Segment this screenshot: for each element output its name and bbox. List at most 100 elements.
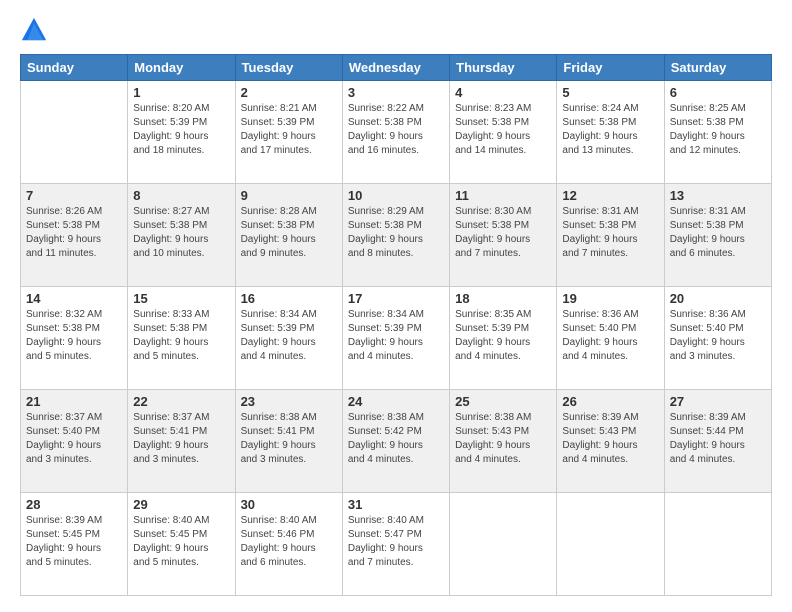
calendar-cell: 11 Sunrise: 8:30 AM Sunset: 5:38 PM Dayli… [450,184,557,287]
calendar-cell: 21 Sunrise: 8:37 AM Sunset: 5:40 PM Dayli… [21,390,128,493]
day-info: Sunrise: 8:35 AM Sunset: 5:39 PM Dayligh… [455,308,551,364]
day-number: 26 [562,394,658,409]
calendar-cell: 6 Sunrise: 8:25 AM Sunset: 5:38 PM Daylig… [664,81,771,184]
calendar-week-row: 14 Sunrise: 8:32 AM Sunset: 5:38 PM Dayli… [21,287,772,390]
calendar-cell: 30Sunrise: 8:40 AM Sunset: 5:46 PM Dayli… [235,493,342,596]
calendar-week-row: 21 Sunrise: 8:37 AM Sunset: 5:40 PM Dayli… [21,390,772,493]
logo [20,16,52,44]
day-info: Sunrise: 8:40 AM Sunset: 5:45 PM Dayligh… [133,514,229,570]
day-info: Sunrise: 8:22 AM Sunset: 5:38 PM Dayligh… [348,102,444,158]
calendar-cell: 17Sunrise: 8:34 AM Sunset: 5:39 PM Dayli… [342,287,449,390]
day-number: 18 [455,291,551,306]
calendar-week-row: 1 Sunrise: 8:20 AM Sunset: 5:39 PM Daylig… [21,81,772,184]
calendar-cell: 13 Sunrise: 8:31 AM Sunset: 5:38 PM Dayli… [664,184,771,287]
day-info: Sunrise: 8:21 AM Sunset: 5:39 PM Dayligh… [241,102,337,158]
calendar-cell: 8 Sunrise: 8:27 AM Sunset: 5:38 PM Daylig… [128,184,235,287]
calendar-cell: 23Sunrise: 8:38 AM Sunset: 5:41 PM Dayli… [235,390,342,493]
day-info: Sunrise: 8:31 AM Sunset: 5:38 PM Dayligh… [670,205,766,261]
day-number: 22 [133,394,229,409]
calendar-cell: 3 Sunrise: 8:22 AM Sunset: 5:38 PM Daylig… [342,81,449,184]
day-info: Sunrise: 8:36 AM Sunset: 5:40 PM Dayligh… [562,308,658,364]
weekday-header-sunday: Sunday [21,55,128,81]
day-number: 1 [133,85,229,100]
calendar-cell: 10 Sunrise: 8:29 AM Sunset: 5:38 PM Dayli… [342,184,449,287]
day-info: Sunrise: 8:38 AM Sunset: 5:42 PM Dayligh… [348,411,444,467]
calendar-cell: 31 Sunrise: 8:40 AM Sunset: 5:47 PM Dayli… [342,493,449,596]
weekday-header-friday: Friday [557,55,664,81]
day-number: 3 [348,85,444,100]
day-info: Sunrise: 8:38 AM Sunset: 5:43 PM Dayligh… [455,411,551,467]
day-number: 27 [670,394,766,409]
day-number: 8 [133,188,229,203]
calendar-cell: 9 Sunrise: 8:28 AM Sunset: 5:38 PM Daylig… [235,184,342,287]
calendar-header-row: SundayMondayTuesdayWednesdayThursdayFrid… [21,55,772,81]
calendar-cell: 15Sunrise: 8:33 AM Sunset: 5:38 PM Dayli… [128,287,235,390]
day-info: Sunrise: 8:27 AM Sunset: 5:38 PM Dayligh… [133,205,229,261]
weekday-header-wednesday: Wednesday [342,55,449,81]
day-info: Sunrise: 8:39 AM Sunset: 5:43 PM Dayligh… [562,411,658,467]
day-info: Sunrise: 8:20 AM Sunset: 5:39 PM Dayligh… [133,102,229,158]
calendar-cell: 20Sunrise: 8:36 AM Sunset: 5:40 PM Dayli… [664,287,771,390]
day-number: 29 [133,497,229,512]
calendar-cell: 29 Sunrise: 8:40 AM Sunset: 5:45 PM Dayli… [128,493,235,596]
calendar-cell: 28 Sunrise: 8:39 AM Sunset: 5:45 PM Dayli… [21,493,128,596]
day-info: Sunrise: 8:37 AM Sunset: 5:40 PM Dayligh… [26,411,122,467]
day-info: Sunrise: 8:39 AM Sunset: 5:45 PM Dayligh… [26,514,122,570]
day-number: 20 [670,291,766,306]
header [20,16,772,44]
page: SundayMondayTuesdayWednesdayThursdayFrid… [0,0,792,612]
day-number: 25 [455,394,551,409]
calendar-cell: 2 Sunrise: 8:21 AM Sunset: 5:39 PM Daylig… [235,81,342,184]
day-number: 11 [455,188,551,203]
calendar-week-row: 7Sunrise: 8:26 AM Sunset: 5:38 PM Daylig… [21,184,772,287]
day-number: 2 [241,85,337,100]
day-number: 9 [241,188,337,203]
calendar-cell: 12Sunrise: 8:31 AM Sunset: 5:38 PM Dayli… [557,184,664,287]
calendar-cell: 25 Sunrise: 8:38 AM Sunset: 5:43 PM Dayli… [450,390,557,493]
day-info: Sunrise: 8:32 AM Sunset: 5:38 PM Dayligh… [26,308,122,364]
day-info: Sunrise: 8:25 AM Sunset: 5:38 PM Dayligh… [670,102,766,158]
day-info: Sunrise: 8:23 AM Sunset: 5:38 PM Dayligh… [455,102,551,158]
calendar-cell: 5 Sunrise: 8:24 AM Sunset: 5:38 PM Daylig… [557,81,664,184]
day-number: 17 [348,291,444,306]
day-number: 13 [670,188,766,203]
day-info: Sunrise: 8:40 AM Sunset: 5:47 PM Dayligh… [348,514,444,570]
logo-icon [20,16,48,44]
day-number: 16 [241,291,337,306]
calendar-cell: 26 Sunrise: 8:39 AM Sunset: 5:43 PM Dayli… [557,390,664,493]
day-info: Sunrise: 8:34 AM Sunset: 5:39 PM Dayligh… [241,308,337,364]
day-info: Sunrise: 8:38 AM Sunset: 5:41 PM Dayligh… [241,411,337,467]
day-number: 4 [455,85,551,100]
day-info: Sunrise: 8:37 AM Sunset: 5:41 PM Dayligh… [133,411,229,467]
day-number: 5 [562,85,658,100]
day-number: 10 [348,188,444,203]
day-info: Sunrise: 8:29 AM Sunset: 5:38 PM Dayligh… [348,205,444,261]
calendar-cell [664,493,771,596]
day-number: 7 [26,188,122,203]
calendar-cell: 16 Sunrise: 8:34 AM Sunset: 5:39 PM Dayli… [235,287,342,390]
calendar-cell: 7Sunrise: 8:26 AM Sunset: 5:38 PM Daylig… [21,184,128,287]
weekday-header-saturday: Saturday [664,55,771,81]
day-info: Sunrise: 8:40 AM Sunset: 5:46 PM Dayligh… [241,514,337,570]
weekday-header-monday: Monday [128,55,235,81]
weekday-header-thursday: Thursday [450,55,557,81]
day-info: Sunrise: 8:24 AM Sunset: 5:38 PM Dayligh… [562,102,658,158]
calendar-cell: 19 Sunrise: 8:36 AM Sunset: 5:40 PM Dayli… [557,287,664,390]
day-number: 14 [26,291,122,306]
day-info: Sunrise: 8:31 AM Sunset: 5:38 PM Dayligh… [562,205,658,261]
day-info: Sunrise: 8:30 AM Sunset: 5:38 PM Dayligh… [455,205,551,261]
calendar-week-row: 28 Sunrise: 8:39 AM Sunset: 5:45 PM Dayli… [21,493,772,596]
weekday-header-tuesday: Tuesday [235,55,342,81]
calendar-cell: 1 Sunrise: 8:20 AM Sunset: 5:39 PM Daylig… [128,81,235,184]
calendar-cell: 24Sunrise: 8:38 AM Sunset: 5:42 PM Dayli… [342,390,449,493]
day-number: 19 [562,291,658,306]
day-number: 28 [26,497,122,512]
calendar-cell [557,493,664,596]
day-number: 6 [670,85,766,100]
calendar-cell: 22 Sunrise: 8:37 AM Sunset: 5:41 PM Dayli… [128,390,235,493]
calendar-cell [21,81,128,184]
day-info: Sunrise: 8:28 AM Sunset: 5:38 PM Dayligh… [241,205,337,261]
day-number: 21 [26,394,122,409]
day-number: 31 [348,497,444,512]
calendar-cell [450,493,557,596]
